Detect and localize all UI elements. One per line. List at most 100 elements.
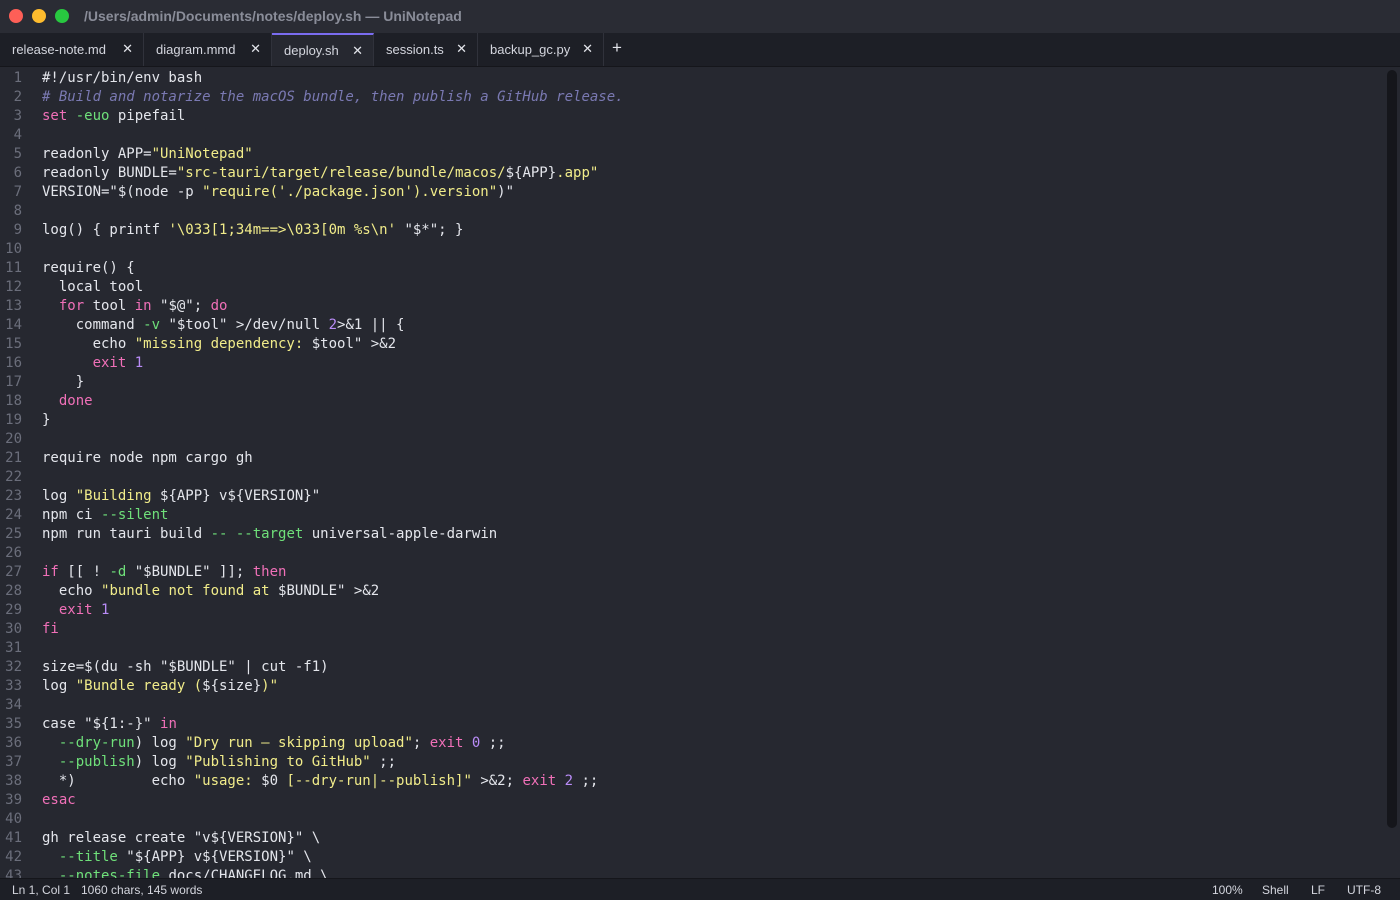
- code-line[interactable]: 12 local tool: [0, 278, 1380, 297]
- code-line[interactable]: 35 case "${1:-}" in: [0, 715, 1380, 734]
- line-number: 39: [5, 792, 22, 808]
- tab-bar: release-note.md ✕ diagram.mmd ✕ deploy.s…: [0, 33, 1400, 67]
- close-tab-icon[interactable]: ✕: [456, 41, 467, 57]
- code-line[interactable]: 3 set -euo pipefail: [0, 107, 1380, 126]
- line-number: 3: [13, 108, 22, 124]
- line-number: 1: [13, 70, 22, 86]
- code-line[interactable]: 33 log "Bundle ready (${size})": [0, 677, 1380, 696]
- code-line[interactable]: 11 require() {: [0, 259, 1380, 278]
- minimize-window-button[interactable]: [32, 9, 46, 23]
- tab-deploy[interactable]: deploy.sh ✕: [272, 33, 374, 66]
- close-tab-icon[interactable]: ✕: [352, 43, 363, 59]
- code-line[interactable]: 10: [0, 240, 1380, 259]
- code-line[interactable]: 14 command -v "$tool" >/dev/null 2>&1 ||…: [0, 316, 1380, 335]
- line-number: 11: [5, 260, 22, 276]
- code-line[interactable]: 39 esac: [0, 791, 1380, 810]
- maximize-window-button[interactable]: [55, 9, 69, 23]
- new-tab-button[interactable]: +: [612, 38, 622, 58]
- code-line[interactable]: 2 # Build and notarize the macOS bundle, …: [0, 88, 1380, 107]
- code-token: command: [42, 317, 144, 333]
- code-line[interactable]: 17 }: [0, 373, 1380, 392]
- code-token: do: [210, 298, 228, 314]
- code-line[interactable]: 21 require node npm cargo gh: [0, 449, 1380, 468]
- code-token: $0: [261, 773, 287, 789]
- code-line[interactable]: 25 npm run tauri build -- --target univer…: [0, 525, 1380, 544]
- code-line[interactable]: 27 if [[ ! -d "$BUNDLE" ]]; then: [0, 563, 1380, 582]
- tab-label: session.ts: [386, 42, 444, 57]
- close-tab-icon[interactable]: ✕: [122, 41, 133, 57]
- line-ending[interactable]: LF: [1311, 883, 1325, 897]
- line-code: log "Bundle ready (${size})": [42, 677, 278, 696]
- code-token: -euo: [75, 108, 110, 124]
- code-token: require node npm cargo gh: [42, 450, 253, 466]
- code-line[interactable]: 6 readonly BUNDLE="src-tauri/target/relea…: [0, 164, 1380, 183]
- code-line[interactable]: 34: [0, 696, 1380, 715]
- code-line[interactable]: 13 for tool in "$@"; do: [0, 297, 1380, 316]
- code-line[interactable]: 31: [0, 639, 1380, 658]
- tab-session[interactable]: session.ts ✕: [374, 33, 478, 66]
- code-line[interactable]: 5 readonly APP="UniNotepad": [0, 145, 1380, 164]
- line-number: 43: [5, 868, 22, 878]
- zoom-level[interactable]: 100%: [1212, 883, 1243, 897]
- code-line[interactable]: 22: [0, 468, 1380, 487]
- code-editor[interactable]: 1 #!/usr/bin/env bash 2 # Build and notariz…: [0, 67, 1400, 878]
- code-line[interactable]: 43 --notes-file docs/CHANGELOG.md \: [0, 867, 1380, 878]
- code-line[interactable]: 28 echo "bundle not found at $BUNDLE" >&…: [0, 582, 1380, 601]
- code-line[interactable]: 18 done: [0, 392, 1380, 411]
- code-line[interactable]: 42 --title "${APP} v${VERSION}" \: [0, 848, 1380, 867]
- code-token: "missing dependency:: [134, 336, 312, 352]
- code-line[interactable]: 40: [0, 810, 1380, 829]
- line-code: exit 1: [42, 354, 144, 373]
- title-bar[interactable]: /Users/admin/Documents/notes/deploy.sh —…: [0, 0, 1400, 33]
- code-line[interactable]: 41 gh release create "v${VERSION}" \: [0, 829, 1380, 848]
- code-line[interactable]: 20: [0, 430, 1380, 449]
- line-code: set -euo pipefail: [42, 107, 185, 126]
- code-line[interactable]: 16 exit 1: [0, 354, 1380, 373]
- line-number: 5: [13, 146, 22, 162]
- code-line[interactable]: 23 log "Building ${APP} v${VERSION}": [0, 487, 1380, 506]
- tab-release-note[interactable]: release-note.md ✕: [0, 33, 144, 66]
- code-line[interactable]: 30 fi: [0, 620, 1380, 639]
- code-token: npm ci: [42, 507, 102, 523]
- code-line[interactable]: 19}: [0, 411, 1380, 430]
- code-line[interactable]: 24 npm ci --silent: [0, 506, 1380, 525]
- close-window-button[interactable]: [9, 9, 23, 23]
- tab-backup-gc[interactable]: backup_gc.py ✕: [478, 33, 604, 66]
- code-token: ) log: [134, 735, 186, 751]
- file-encoding[interactable]: UTF-8: [1347, 883, 1381, 897]
- vertical-scrollbar[interactable]: [1387, 70, 1397, 828]
- close-tab-icon[interactable]: ✕: [582, 41, 593, 57]
- line-code: --publish) log "Publishing to GitHub" ;;: [42, 753, 396, 772]
- code-line[interactable]: 9 log() { printf '\033[1;34m==>\033[0m %s…: [0, 221, 1380, 240]
- code-line[interactable]: 36 --dry-run) log "Dry run — skipping up…: [0, 734, 1380, 753]
- code-line[interactable]: 8: [0, 202, 1380, 221]
- code-token: $tool" >&2: [311, 336, 397, 352]
- code-line[interactable]: 4: [0, 126, 1380, 145]
- code-token: -v: [143, 317, 161, 333]
- line-code: size=$(du -sh "$BUNDLE" | cut -f1): [42, 658, 329, 677]
- line-code: npm run tauri build -- --target universa…: [42, 525, 497, 544]
- code-token: log() { printf: [42, 222, 169, 238]
- code-line[interactable]: 32 size=$(du -sh "$BUNDLE" | cut -f1): [0, 658, 1380, 677]
- language-mode[interactable]: Shell: [1262, 883, 1289, 897]
- code-line[interactable]: 7 VERSION="$(node -p "require('./package.…: [0, 183, 1380, 202]
- code-line[interactable]: 26: [0, 544, 1380, 563]
- code-token: fi: [42, 621, 59, 637]
- code-line[interactable]: 1 #!/usr/bin/env bash: [0, 69, 1380, 88]
- close-tab-icon[interactable]: ✕: [250, 41, 261, 57]
- code-token: esac: [42, 792, 76, 808]
- line-number: 32: [5, 659, 22, 675]
- line-number: 6: [13, 165, 22, 181]
- code-line[interactable]: 15 echo "missing dependency: $tool" >&2: [0, 335, 1380, 354]
- line-number: 19: [5, 412, 22, 428]
- code-line[interactable]: 38 *) echo "usage: $0 [--dry-run|--publi…: [0, 772, 1380, 791]
- code-token: "Building: [75, 488, 161, 504]
- tab-diagram[interactable]: diagram.mmd ✕: [144, 33, 272, 66]
- line-number: 10: [5, 241, 22, 257]
- code-line[interactable]: 29 exit 1: [0, 601, 1380, 620]
- cursor-position[interactable]: Ln 1, Col 1: [12, 883, 70, 897]
- code-line[interactable]: 37 --publish) log "Publishing to GitHub"…: [0, 753, 1380, 772]
